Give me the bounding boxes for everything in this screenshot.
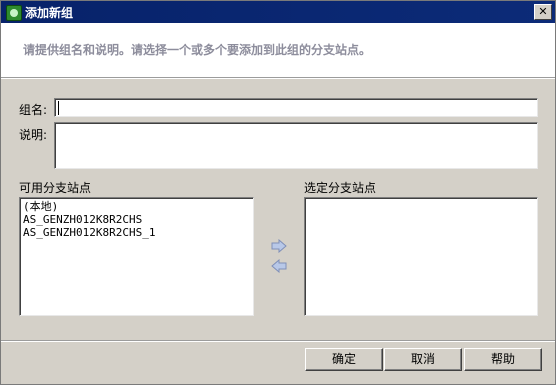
available-sites-list[interactable]: (本地) AS_GENZH012K8R2CHS AS_GENZH012K8R2C… bbox=[19, 197, 254, 316]
instruction-header: 请提供组名和说明。请选择一个或多个要添加到此组的分支站点。 bbox=[1, 23, 555, 77]
group-name-input[interactable] bbox=[54, 98, 538, 117]
available-sites-label: 可用分支站点 bbox=[19, 181, 92, 195]
list-item[interactable]: (本地) bbox=[23, 200, 250, 213]
text-caret bbox=[58, 101, 59, 115]
list-item[interactable]: AS_GENZH012K8R2CHS bbox=[23, 213, 250, 226]
instruction-text: 请提供组名和说明。请选择一个或多个要添加到此组的分支站点。 bbox=[23, 43, 372, 57]
description-label: 说明: bbox=[19, 128, 48, 142]
description-input[interactable] bbox=[54, 122, 538, 169]
remove-arrow-icon[interactable] bbox=[271, 259, 287, 273]
add-group-dialog: 添加新组 ✕ 请提供组名和说明。请选择一个或多个要添加到此组的分支站点。 组名:… bbox=[0, 0, 556, 385]
list-item[interactable]: AS_GENZH012K8R2CHS_1 bbox=[23, 226, 250, 239]
title-bar[interactable]: 添加新组 ✕ bbox=[1, 1, 555, 23]
close-button[interactable]: ✕ bbox=[534, 4, 552, 20]
footer-divider bbox=[1, 340, 555, 342]
help-button[interactable]: 帮助 bbox=[464, 348, 542, 371]
header-divider bbox=[1, 77, 555, 79]
selected-sites-label: 选定分支站点 bbox=[304, 181, 377, 195]
app-icon bbox=[6, 5, 22, 21]
group-name-label: 组名: bbox=[19, 103, 48, 117]
cancel-button[interactable]: 取消 bbox=[384, 348, 462, 371]
selected-sites-list[interactable] bbox=[304, 197, 538, 316]
add-arrow-icon[interactable] bbox=[271, 239, 287, 253]
ok-button[interactable]: 确定 bbox=[305, 348, 383, 371]
window-title: 添加新组 bbox=[25, 6, 74, 20]
